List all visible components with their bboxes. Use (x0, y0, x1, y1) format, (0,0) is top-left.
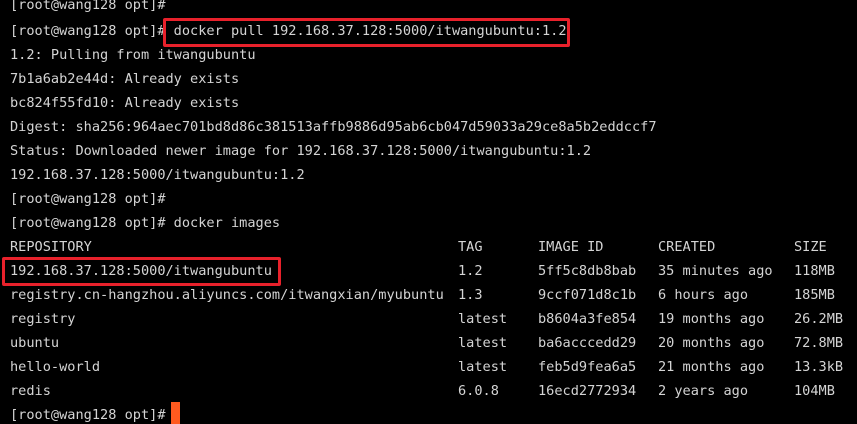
cell-created: 19 months ago (658, 311, 765, 327)
cell-repository: ubuntu (10, 335, 60, 351)
cell-image-id: 16ecd2772934 (538, 383, 637, 399)
terminal-prompt: [root@wang128 opt]# (10, 407, 166, 423)
cell-image-id: ba6acccedd29 (538, 335, 637, 351)
cell-tag: latest (458, 311, 508, 327)
images-table-header: REPOSITORY TAG IMAGE ID CREATED SIZE (10, 235, 850, 259)
terminal-line: 192.168.37.128:5000/itwangubuntu:1.2 (10, 167, 305, 183)
table-row: registry.cn-hangzhou.aliyuncs.com/itwang… (10, 283, 850, 307)
cell-created: 6 hours ago (658, 287, 749, 303)
cell-created: 35 minutes ago (658, 263, 773, 279)
terminal-window[interactable]: [root@wang128 opt]# [root@wang128 opt]# … (0, 0, 857, 424)
column-header-created: CREATED (658, 239, 716, 255)
cell-image-id: feb5d9fea6a5 (538, 359, 637, 375)
terminal-line: [root@wang128 opt]# docker images (10, 215, 281, 231)
cell-size: 72.8MB (794, 335, 844, 351)
cell-size: 185MB (794, 287, 835, 303)
cell-image-id: 9ccf071d8c1b (538, 287, 637, 303)
column-header-repository: REPOSITORY (10, 239, 92, 255)
column-header-tag: TAG (458, 239, 483, 255)
cell-size: 26.2MB (794, 311, 844, 327)
cell-tag: latest (458, 359, 508, 375)
cell-repository: hello-world (10, 359, 101, 375)
cell-created: 2 years ago (658, 383, 749, 399)
terminal-cursor[interactable] (171, 402, 180, 424)
terminal-line: Status: Downloaded newer image for 192.1… (10, 143, 592, 159)
cell-size: 13.3kB (794, 359, 844, 375)
cell-image-id: 5ff5c8db8bab (538, 263, 637, 279)
cell-size: 118MB (794, 263, 835, 279)
cell-repository: registry (10, 311, 76, 327)
table-row: redis 6.0.8 16ecd2772934 2 years ago 104… (10, 379, 850, 403)
terminal-line: [root@wang128 opt]# (10, 191, 166, 207)
terminal-line: 7b1a6ab2e44d: Already exists (10, 71, 240, 87)
terminal-line: bc824f55fd10: Already exists (10, 95, 240, 111)
cell-created: 20 months ago (658, 335, 765, 351)
cell-tag: latest (458, 335, 508, 351)
terminal-line: Digest: sha256:964aec701bd8d86c381513aff… (10, 119, 657, 135)
column-header-image-id: IMAGE ID (538, 239, 604, 255)
table-row: registry latest b8604a3fe854 19 months a… (10, 307, 850, 331)
table-row: hello-world latest feb5d9fea6a5 21 month… (10, 355, 850, 379)
terminal-line: [root@wang128 opt]# (10, 0, 166, 13)
cell-tag: 1.2 (458, 263, 483, 279)
highlight-box-pulled-repository (2, 257, 281, 286)
cell-size: 104MB (794, 383, 835, 399)
cell-created: 21 months ago (658, 359, 765, 375)
cell-tag: 6.0.8 (458, 383, 499, 399)
cell-tag: 1.3 (458, 287, 483, 303)
table-row: ubuntu latest ba6acccedd29 20 months ago… (10, 331, 850, 355)
cell-image-id: b8604a3fe854 (538, 311, 637, 327)
column-header-size: SIZE (794, 239, 827, 255)
highlight-box-pull-command (163, 18, 570, 47)
cell-repository: registry.cn-hangzhou.aliyuncs.com/itwang… (10, 287, 444, 303)
cell-repository: redis (10, 383, 51, 399)
